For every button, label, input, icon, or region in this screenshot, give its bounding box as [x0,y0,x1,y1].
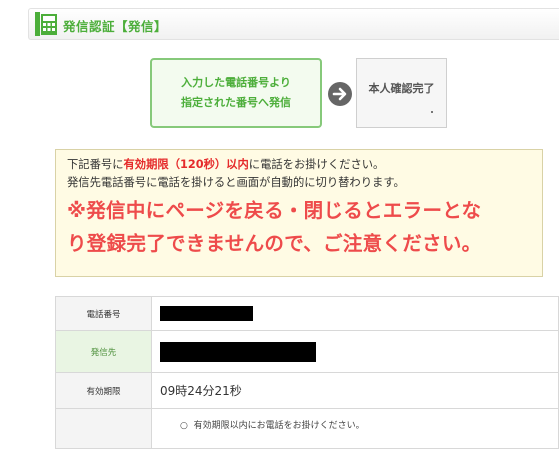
note-bullet-text: 有効期限以内にお電話をお掛けください。 [193,421,365,431]
row-value-phone-number [151,296,559,331]
table-row: 有効期限 09時24分21秒 [55,372,559,409]
warning-line-1: ※発信中にページを戻る・閉じるとエラーとな [67,199,482,222]
notice-line-1: 下記番号に有効期限（120秒）以内に電話をお掛けください。 [67,156,542,174]
row-value-call-destination [151,330,559,373]
phone-icon [35,12,57,36]
arrow-right-circle-icon [328,82,352,106]
table-row: 発信先 [55,330,559,373]
step2-label: 本人確認完了 [368,82,435,95]
row-value-notes: ○ 有効期限以内にお電話をお掛けください。 [151,408,559,449]
call-info-table: 電話番号 発信先 有効期限 09時24分21秒 ○ 有効期限以内にお電話をお掛け… [55,296,559,449]
row-value-expiry: 09時24分21秒 [151,372,559,409]
notice-line-2: 発信先電話番号に電話を掛けると画面が自動的に切り替わります。 [67,176,405,189]
notice-box: 下記番号に有効期限（120秒）以内に電話をお掛けください。 発信先電話番号に電話… [55,149,543,277]
row-label-phone-number: 電話番号 [55,296,152,331]
step1-line1: 入力した電話番号より [181,76,291,89]
notice-deadline-emphasis: 有効期限（120秒）以内 [123,158,249,171]
warning-line-2: り登録完了できませんので、ご注意ください。 [67,232,482,255]
section-header: 発信認証【発信】 [28,8,559,40]
row-label-expiry: 有効期限 [55,372,152,409]
redacted-phone-number [160,306,253,321]
warning-text: ※発信中にページを戻る・閉じるとエラーとな り登録完了できませんので、ご注意くだ… [67,194,542,260]
notice-line1-post: に電話をお掛けください。 [248,158,385,171]
step-current: 入力した電話番号より 指定された番号へ発信 [150,58,322,128]
page-title: 発信認証【発信】 [63,19,168,34]
redacted-call-destination [160,341,316,362]
note-bullet: ○ 有効期限以内にお電話をお掛けください。 [180,421,365,431]
row-label-call-destination: 発信先 [55,330,152,373]
step2-dot [431,111,433,113]
step1-line2: 指定された番号へ発信 [181,96,291,109]
table-row: 電話番号 [55,296,559,331]
notice-line1-pre: 下記番号に [67,158,124,171]
step-next: 本人確認完了 [356,58,447,128]
row-label-empty [55,408,152,449]
table-row: ○ 有効期限以内にお電話をお掛けください。 [55,408,559,449]
